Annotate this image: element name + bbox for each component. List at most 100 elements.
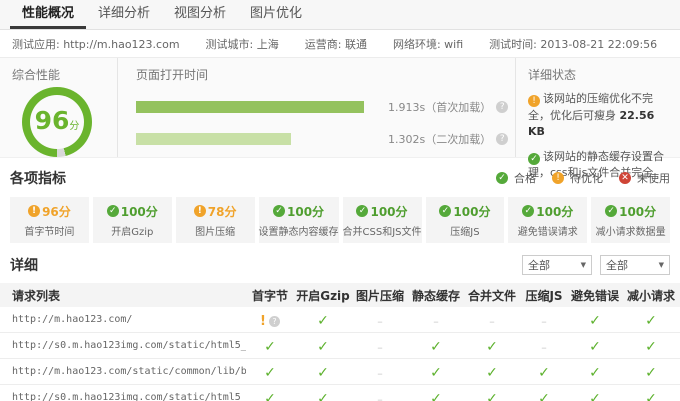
metric-card-first-byte[interactable]: !96分 首字节时间 [10, 197, 89, 243]
dash-icon: – [377, 367, 383, 380]
metric-score: !78分 [194, 203, 237, 220]
table-row: http://m.hao123.com/static/common/lib/ba… [0, 359, 680, 385]
filter-dropdown-2[interactable]: 全部▼ [600, 255, 670, 275]
table-cell: – [464, 310, 520, 329]
first-load-bar [136, 101, 364, 113]
column-header-static-cache: 静态缓存 [408, 287, 464, 304]
metric-card-merge-css-js[interactable]: ✓100分 合并CSS和JS文件 [343, 197, 422, 243]
metric-score: !96分 [28, 203, 71, 220]
dash-icon: – [433, 315, 439, 328]
check-icon: ✓ [645, 365, 657, 381]
metric-card-compress-js[interactable]: ✓100分 压缩JS [426, 197, 505, 243]
table-cell: – [352, 310, 408, 329]
help-icon[interactable]: ? [496, 101, 508, 113]
check-circle-icon: ✓ [496, 172, 508, 184]
request-table-header: 请求列表 首字节 开启Gzip 图片压缩 静态缓存 合并文件 压缩JS 避免错误… [0, 283, 680, 307]
column-header-gzip: 开启Gzip [294, 287, 352, 304]
tab-view-analysis[interactable]: 视图分析 [162, 0, 238, 29]
metric-card-avoid-errors[interactable]: ✓100分 避免错误请求 [508, 197, 587, 243]
tab-detailed-analysis[interactable]: 详细分析 [86, 0, 162, 29]
help-icon[interactable]: ? [269, 316, 280, 327]
test-city-info: 测试城市: 上海 [206, 36, 279, 52]
table-cell: ✓ [246, 336, 294, 355]
table-cell: ✓ [622, 336, 680, 355]
check-icon: ✓ [538, 391, 550, 401]
chevron-down-icon: ▼ [581, 261, 586, 269]
status-dot-icon: ✓ [107, 205, 119, 217]
request-url[interactable]: http://m.hao123.com/static/common/lib/ba… [0, 366, 246, 377]
table-cell: ✓ [294, 310, 352, 329]
first-load-bar-row: 1.913s（首次加载） ? [136, 99, 515, 115]
metrics-legend: ✓合格 !待优化 ✕未使用 [496, 170, 670, 186]
detailed-status-title: 详细状态 [528, 66, 670, 83]
table-cell: ✓ [520, 362, 568, 381]
tab-image-optimization[interactable]: 图片优化 [238, 0, 314, 29]
metric-cards: !96分 首字节时间 ✓100分 开启Gzip !78分 图片压缩 ✓100分 … [10, 197, 670, 243]
filter-dropdowns: 全部▼ 全部▼ [522, 255, 670, 275]
request-url[interactable]: http://s0.m.hao123img.com/static/html5_2… [0, 340, 246, 351]
legend-label: 合格 [514, 170, 536, 186]
details-title: 详细 [10, 255, 38, 275]
metric-card-gzip[interactable]: ✓100分 开启Gzip [93, 197, 172, 243]
status-dot-icon: ! [28, 205, 40, 217]
table-row: http://s0.m.hao123img.com/static/html5_2… [0, 385, 680, 401]
metric-score: ✓100分 [107, 203, 158, 220]
check-icon: ✓ [589, 339, 601, 355]
metrics-header: 各项指标 ✓合格 !待优化 ✕未使用 [10, 168, 670, 188]
table-cell: ✓ [408, 362, 464, 381]
table-cell: – [352, 388, 408, 401]
help-icon[interactable]: ? [496, 133, 508, 145]
metric-label: 合并CSS和JS文件 [343, 223, 422, 238]
score-ring: 96分 [22, 87, 92, 157]
metric-label: 设置静态内容缓存 [259, 223, 339, 238]
metric-card-image-compression[interactable]: !78分 图片压缩 [176, 197, 255, 243]
column-header-compress-js: 压缩JS [520, 287, 568, 304]
status-dot-icon: ✓ [439, 205, 451, 217]
request-url[interactable]: http://s0.m.hao123img.com/static/html5_2… [0, 392, 246, 401]
check-icon: ✓ [317, 391, 329, 401]
column-header-merge-files: 合并文件 [464, 287, 520, 304]
status-dot-icon: ✓ [273, 205, 285, 217]
second-load-bar [136, 133, 291, 145]
metric-score: ✓100分 [439, 203, 490, 220]
check-icon: ✓ [645, 391, 657, 401]
dropdown-value: 全部 [528, 257, 550, 273]
table-cell: – [352, 362, 408, 381]
test-app-info: 测试应用: http://m.hao123.com [12, 36, 180, 52]
overall-score-title: 综合性能 [12, 66, 117, 83]
check-icon: ✓ [264, 365, 276, 381]
table-cell: ✓ [464, 388, 520, 401]
cross-circle-icon: ✕ [619, 172, 631, 184]
filter-dropdown-1[interactable]: 全部 ▼ [522, 255, 592, 275]
chevron-down-icon: ▼ [659, 261, 664, 269]
metrics-title: 各项指标 [10, 168, 66, 188]
table-cell: ✓ [568, 336, 622, 355]
table-cell: – [408, 310, 464, 329]
metric-card-reduce-request-size[interactable]: ✓100分 减小请求数据量 [591, 197, 670, 243]
tab-performance-overview[interactable]: 性能概况 [10, 0, 86, 29]
check-icon: ✓ [317, 339, 329, 355]
table-cell: ✓ [294, 362, 352, 381]
status-dot-icon: ✓ [356, 205, 368, 217]
second-load-label: 1.302s（二次加载） [388, 131, 491, 147]
metric-score: ✓100分 [605, 203, 656, 220]
table-cell: ✓ [622, 388, 680, 401]
check-circle-icon: ✓ [528, 153, 540, 165]
metric-card-static-cache[interactable]: ✓100分 设置静态内容缓存 [259, 197, 339, 243]
metric-label: 开启Gzip [111, 223, 153, 238]
detailed-status-panel: 详细状态 !该网站的压缩优化不完全，优化后可瘦身 22.56 KB ✓该网站的静… [516, 58, 680, 157]
check-icon: ✓ [264, 391, 276, 401]
metric-score: ✓100分 [522, 203, 573, 220]
check-icon: ✓ [430, 391, 442, 401]
warning-icon: ! [260, 314, 266, 329]
table-cell: ✓ [520, 388, 568, 401]
request-table-body: http://m.hao123.com/!?✓––––✓✓http://s0.m… [0, 307, 680, 401]
metric-score: ✓100分 [273, 203, 324, 220]
check-icon: ✓ [430, 339, 442, 355]
dash-icon: – [377, 341, 383, 354]
request-url[interactable]: http://m.hao123.com/ [0, 314, 246, 325]
score-unit: 分 [69, 117, 79, 132]
metric-score: ✓100分 [356, 203, 407, 220]
table-cell: ✓ [246, 362, 294, 381]
warning-circle-icon: ! [552, 172, 564, 184]
